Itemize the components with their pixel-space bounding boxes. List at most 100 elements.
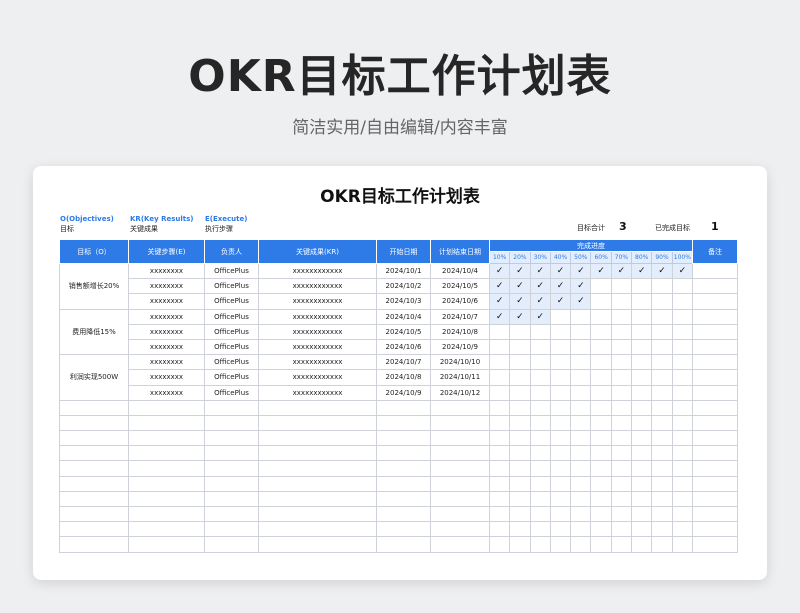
progress-check-cell[interactable] (570, 384, 592, 401)
blank-cell[interactable] (570, 490, 592, 508)
blank-cell[interactable] (529, 521, 551, 538)
note-cell[interactable] (692, 262, 739, 280)
blank-cell[interactable] (59, 414, 129, 432)
progress-check-cell[interactable] (509, 323, 531, 340)
progress-check-cell[interactable]: ✓ (509, 293, 531, 310)
note-cell[interactable] (692, 293, 739, 310)
blank-cell[interactable] (570, 430, 592, 447)
progress-check-cell[interactable] (590, 384, 612, 401)
blank-cell[interactable] (590, 445, 612, 462)
blank-cell[interactable] (529, 475, 551, 492)
blank-cell[interactable] (488, 490, 511, 508)
blank-cell[interactable] (692, 490, 739, 508)
blank-cell[interactable] (376, 490, 431, 508)
blank-cell[interactable] (509, 430, 531, 447)
step-cell[interactable]: xxxxxxxx (128, 384, 205, 401)
start-date-cell[interactable]: 2024/10/9 (376, 384, 431, 401)
blank-cell[interactable] (258, 490, 377, 508)
blank-cell[interactable] (258, 521, 377, 538)
progress-check-cell[interactable]: ✓ (610, 262, 633, 280)
blank-cell[interactable] (671, 399, 694, 416)
progress-check-cell[interactable] (529, 369, 551, 386)
blank-cell[interactable] (631, 399, 653, 416)
blank-cell[interactable] (610, 460, 633, 477)
blank-cell[interactable] (204, 536, 259, 553)
progress-check-cell[interactable]: ✓ (570, 262, 592, 280)
blank-cell[interactable] (509, 414, 531, 432)
blank-cell[interactable] (570, 521, 592, 538)
blank-cell[interactable] (204, 399, 259, 416)
end-date-cell[interactable]: 2024/10/5 (430, 278, 490, 295)
progress-check-cell[interactable] (570, 323, 592, 340)
blank-cell[interactable] (204, 490, 259, 508)
blank-cell[interactable] (509, 460, 531, 477)
progress-check-cell[interactable] (509, 338, 531, 356)
blank-cell[interactable] (488, 445, 511, 462)
blank-cell[interactable] (376, 445, 431, 462)
progress-check-cell[interactable] (509, 384, 531, 401)
blank-cell[interactable] (376, 521, 431, 538)
end-date-cell[interactable]: 2024/10/7 (430, 308, 490, 325)
progress-check-cell[interactable] (590, 369, 612, 386)
step-cell[interactable]: xxxxxxxx (128, 369, 205, 386)
owner-cell[interactable]: OfficePlus (204, 369, 259, 386)
note-cell[interactable] (692, 338, 739, 356)
kr-cell[interactable]: xxxxxxxxxxxx (258, 262, 377, 280)
progress-check-cell[interactable]: ✓ (529, 278, 551, 295)
blank-cell[interactable] (204, 460, 259, 477)
blank-cell[interactable] (488, 399, 511, 416)
step-cell[interactable]: xxxxxxxx (128, 338, 205, 356)
blank-cell[interactable] (671, 460, 694, 477)
blank-cell[interactable] (204, 475, 259, 492)
end-date-cell[interactable]: 2024/10/9 (430, 338, 490, 356)
blank-cell[interactable] (204, 414, 259, 432)
progress-check-cell[interactable] (610, 278, 633, 295)
goal-cell[interactable]: 销售额增长20% (59, 263, 129, 310)
blank-cell[interactable] (59, 399, 129, 416)
blank-cell[interactable] (488, 414, 511, 432)
blank-cell[interactable] (610, 399, 633, 416)
start-date-cell[interactable]: 2024/10/1 (376, 262, 431, 280)
progress-check-cell[interactable] (570, 354, 592, 371)
blank-cell[interactable] (549, 475, 572, 492)
blank-cell[interactable] (128, 430, 205, 447)
progress-check-cell[interactable] (651, 384, 673, 401)
progress-check-cell[interactable] (509, 369, 531, 386)
blank-cell[interactable] (128, 505, 205, 523)
blank-cell[interactable] (590, 521, 612, 538)
blank-cell[interactable] (692, 414, 739, 432)
progress-check-cell[interactable] (590, 293, 612, 310)
blank-cell[interactable] (509, 536, 531, 553)
progress-check-cell[interactable]: ✓ (488, 278, 511, 295)
progress-check-cell[interactable] (610, 323, 633, 340)
blank-cell[interactable] (488, 475, 511, 492)
blank-cell[interactable] (692, 536, 739, 553)
end-date-cell[interactable]: 2024/10/6 (430, 293, 490, 310)
blank-cell[interactable] (509, 521, 531, 538)
blank-cell[interactable] (651, 490, 673, 508)
owner-cell[interactable]: OfficePlus (204, 338, 259, 356)
progress-check-cell[interactable]: ✓ (590, 262, 612, 280)
owner-cell[interactable]: OfficePlus (204, 384, 259, 401)
blank-cell[interactable] (692, 505, 739, 523)
blank-cell[interactable] (631, 460, 653, 477)
blank-cell[interactable] (631, 536, 653, 553)
blank-cell[interactable] (59, 536, 129, 553)
blank-cell[interactable] (376, 505, 431, 523)
blank-cell[interactable] (204, 505, 259, 523)
blank-cell[interactable] (570, 536, 592, 553)
blank-cell[interactable] (590, 505, 612, 523)
progress-check-cell[interactable]: ✓ (488, 262, 511, 280)
blank-cell[interactable] (128, 399, 205, 416)
progress-check-cell[interactable] (590, 338, 612, 356)
blank-cell[interactable] (376, 399, 431, 416)
progress-check-cell[interactable] (671, 338, 694, 356)
blank-cell[interactable] (651, 536, 673, 553)
blank-cell[interactable] (570, 460, 592, 477)
start-date-cell[interactable]: 2024/10/5 (376, 323, 431, 340)
progress-check-cell[interactable] (549, 308, 572, 325)
blank-cell[interactable] (651, 399, 673, 416)
blank-cell[interactable] (59, 445, 129, 462)
blank-cell[interactable] (529, 399, 551, 416)
progress-check-cell[interactable] (610, 384, 633, 401)
